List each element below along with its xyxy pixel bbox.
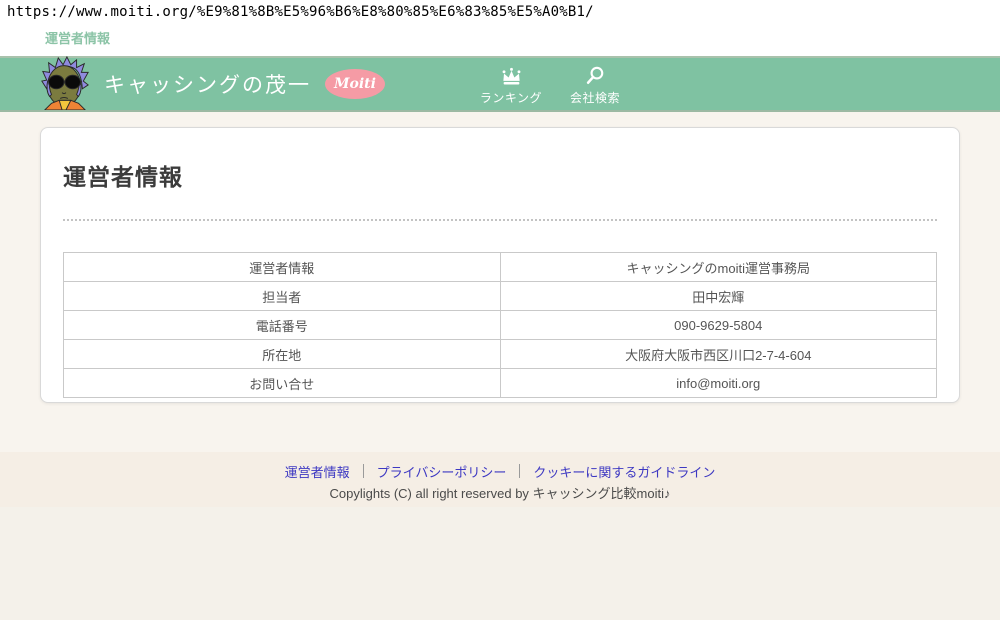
browser-url-bar: https://www.moiti.org/%E9%81%8B%E5%96%B6…	[0, 0, 1000, 56]
table-row: 運営者情報 キャッシングのmoiti運営事務局	[64, 253, 937, 282]
header-nav: ランキング 会社検索	[476, 64, 630, 106]
main-content: 運営者情報 運営者情報 キャッシングのmoiti運営事務局 担当者 田中宏輝 電…	[0, 112, 1000, 452]
copyright-text: Copylights (C) all right reserved by キャッ…	[0, 483, 1000, 502]
page-title: 運営者情報	[63, 158, 937, 192]
operator-info-card: 運営者情報 運営者情報 キャッシングのmoiti運営事務局 担当者 田中宏輝 電…	[40, 127, 960, 403]
row-label: 電話番号	[64, 311, 501, 340]
row-value: キャッシングのmoiti運営事務局	[500, 253, 937, 282]
row-value: 090-9629-5804	[500, 311, 937, 340]
footer-divider	[519, 464, 520, 478]
table-row: 電話番号 090-9629-5804	[64, 311, 937, 340]
row-value: 田中宏輝	[500, 282, 937, 311]
row-label: 運営者情報	[64, 253, 501, 282]
nav-item-company-search[interactable]: 会社検索	[560, 64, 630, 106]
breadcrumb[interactable]: 運営者情報	[45, 28, 110, 47]
footer-divider	[363, 464, 364, 478]
site-header: キャッシングの茂一 Moiti ランキング	[0, 56, 1000, 112]
row-value: info@moiti.org	[500, 369, 937, 398]
row-label: お問い合せ	[64, 369, 501, 398]
site-brand: キャッシングの茂一 Moiti	[104, 58, 385, 110]
crown-icon	[500, 64, 523, 86]
operator-info-table: 運営者情報 キャッシングのmoiti運営事務局 担当者 田中宏輝 電話番号 09…	[63, 252, 937, 398]
table-row: 所在地 大阪府大阪市西区川口2-7-4-604	[64, 340, 937, 369]
nav-label: ランキング	[480, 89, 542, 106]
site-title[interactable]: キャッシングの茂一	[104, 69, 311, 99]
page-bottom-area	[0, 507, 1000, 620]
footer-links: 運営者情報 プライバシーポリシー クッキーに関するガイドライン	[0, 462, 1000, 480]
footer-link-privacy-policy[interactable]: プライバシーポリシー	[377, 462, 507, 481]
site-footer: 運営者情報 プライバシーポリシー クッキーに関するガイドライン Copyligh…	[0, 452, 1000, 507]
table-row: 担当者 田中宏輝	[64, 282, 937, 311]
mascot-avatar-icon	[38, 56, 92, 110]
nav-label: 会社検索	[570, 89, 620, 106]
footer-link-operator-info[interactable]: 運営者情報	[285, 462, 350, 481]
table-row: お問い合せ info@moiti.org	[64, 369, 937, 398]
search-icon	[585, 64, 605, 86]
row-label: 担当者	[64, 282, 501, 311]
site-badge: Moiti	[325, 69, 385, 99]
nav-item-ranking[interactable]: ランキング	[476, 64, 546, 106]
row-label: 所在地	[64, 340, 501, 369]
footer-link-cookie-guidelines[interactable]: クッキーに関するガイドライン	[533, 462, 715, 481]
dotted-divider	[63, 219, 937, 221]
page-url: https://www.moiti.org/%E9%81%8B%E5%96%B6…	[7, 4, 594, 20]
row-value: 大阪府大阪市西区川口2-7-4-604	[500, 340, 937, 369]
